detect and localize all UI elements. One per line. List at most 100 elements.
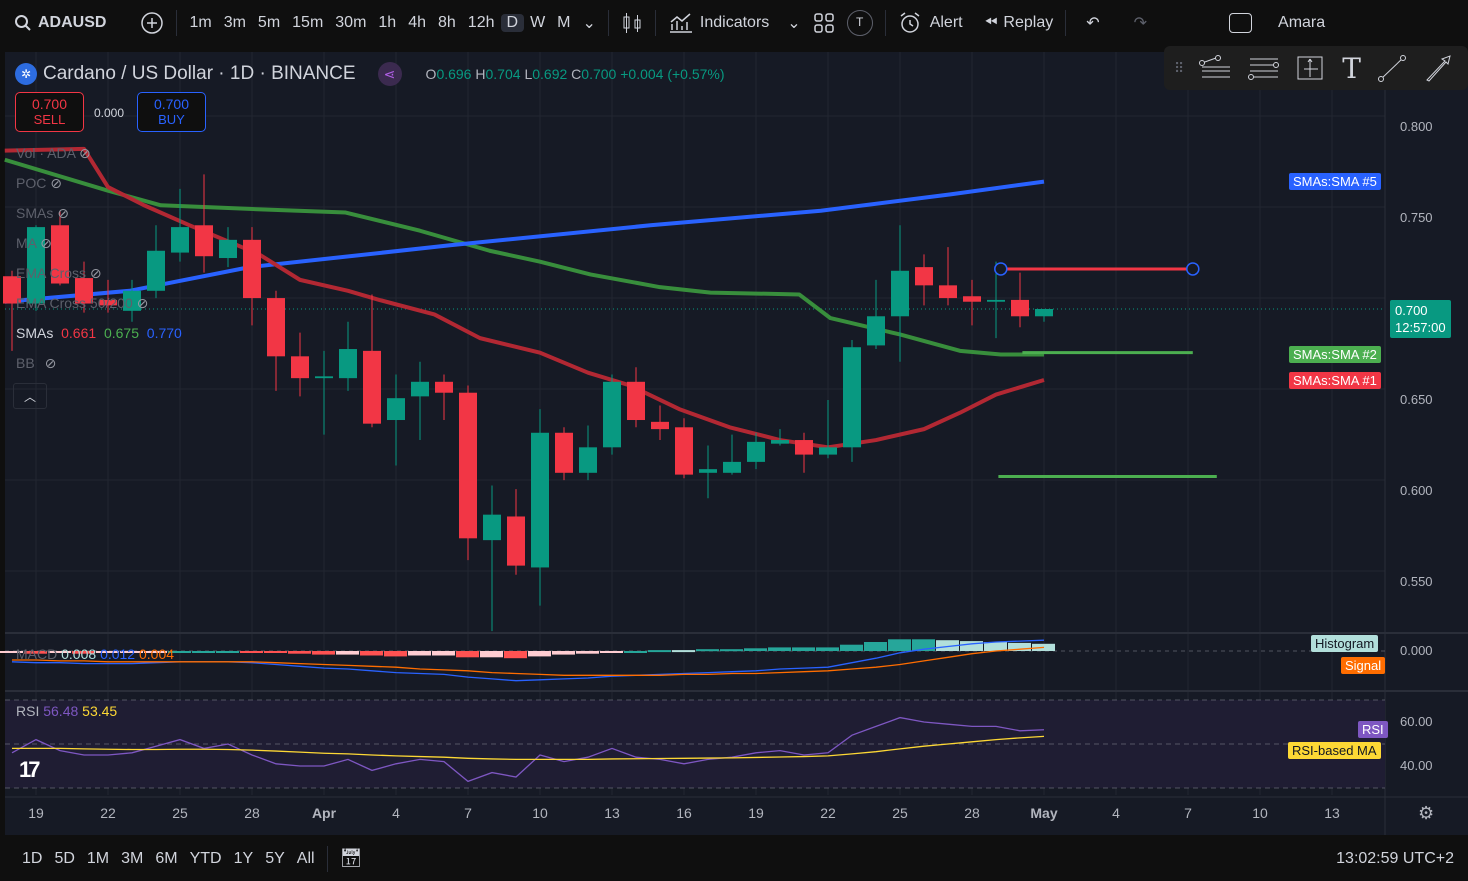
- candle-body: [651, 421, 669, 430]
- rsi-label: RSI: [16, 703, 40, 719]
- parallel-lines-icon[interactable]: [1246, 53, 1280, 83]
- candle-body: [843, 347, 861, 448]
- macd-histogram-bar: [840, 644, 863, 651]
- macd-histogram-bar: [984, 642, 1007, 651]
- range-3M[interactable]: 3M: [115, 850, 149, 868]
- open-value: 0.696: [436, 66, 472, 82]
- sma3-value: 0.770: [146, 325, 182, 341]
- buy-label: BUY: [158, 112, 185, 127]
- bottom-toolbar: 1D 5D 1M 3M 6M YTD 1Y 5Y All 📅︎ 13:02:59 UTC+2: [0, 836, 1468, 881]
- range-1M[interactable]: 1M: [81, 850, 115, 868]
- rsi-tick: 60.00: [1400, 714, 1433, 729]
- candle-body: [435, 381, 453, 393]
- indicator-legend-item[interactable]: MA ⊘: [16, 235, 52, 252]
- range-6M[interactable]: 6M: [149, 850, 183, 868]
- candle-body: [963, 296, 981, 302]
- bb-legend[interactable]: BB ⊘: [16, 355, 56, 372]
- time-tick: 7: [1184, 805, 1192, 821]
- time-tick: 22: [820, 805, 836, 821]
- sma2-value: 0.675: [103, 325, 139, 341]
- divider: [326, 845, 328, 872]
- clock[interactable]: 13:02:59 UTC+2: [1336, 850, 1468, 868]
- candle-body: [339, 349, 357, 379]
- indicator-legend-item[interactable]: POC ⊘: [16, 175, 62, 192]
- time-tick: 7: [464, 805, 472, 821]
- rsi-value: 56.48: [43, 703, 79, 719]
- macd-legend[interactable]: MACD 0.008 0.012 0.004: [16, 646, 174, 662]
- range-1D[interactable]: 1D: [16, 850, 48, 868]
- candle-body: [459, 392, 477, 539]
- range-5D[interactable]: 5D: [48, 850, 80, 868]
- long-position-icon[interactable]: [1294, 53, 1328, 83]
- macd-histogram-bar: [456, 651, 479, 658]
- drag-handle-icon[interactable]: ⠿: [1174, 60, 1184, 77]
- candle-body: [603, 381, 621, 448]
- candle-body: [939, 285, 957, 299]
- arrow-marker-icon[interactable]: [1423, 53, 1453, 83]
- indicator-legend-item[interactable]: SMAs ⊘: [16, 205, 69, 222]
- time-tick: Apr: [311, 805, 337, 821]
- range-1Y[interactable]: 1Y: [228, 850, 260, 868]
- trend-channel-icon[interactable]: [1198, 53, 1232, 83]
- macd-histogram-bar: [888, 639, 911, 651]
- indicator-name: EMA Cross: [16, 265, 87, 281]
- rsi-legend[interactable]: RSI 56.48 53.45: [16, 703, 117, 719]
- candle-body: [483, 514, 501, 541]
- price-chart[interactable]: [0, 0, 1468, 881]
- goto-date-button[interactable]: 📅︎: [334, 848, 369, 869]
- share-icon[interactable]: ⋖: [377, 62, 402, 86]
- macd-histogram-bar: [432, 651, 455, 656]
- macd-label: MACD: [16, 646, 58, 662]
- eye-off-icon[interactable]: ⊘: [46, 175, 62, 191]
- eye-off-icon[interactable]: ⊘: [45, 355, 57, 371]
- symbol-title[interactable]: Cardano / US Dollar · 1D · BINANCE: [43, 63, 356, 85]
- sell-button[interactable]: 0.700 SELL: [15, 92, 84, 132]
- time-tick: 4: [1112, 805, 1120, 821]
- smas-legend[interactable]: SMAs 0.661 0.675 0.770: [16, 325, 182, 341]
- histogram-tag: Histogram: [1311, 635, 1379, 652]
- eye-off-icon[interactable]: ⊘: [36, 235, 52, 251]
- text-tool-icon[interactable]: T: [1342, 52, 1361, 85]
- indicator-legend-item[interactable]: Vol · ADA ⊘: [16, 145, 91, 162]
- time-tick: 25: [172, 805, 188, 821]
- rsi-tag: RSI: [1358, 721, 1388, 738]
- chevron-up-icon: ︿: [23, 390, 36, 404]
- eye-off-icon[interactable]: ⊘: [86, 265, 102, 281]
- candle-body: [987, 299, 1005, 302]
- candle-body: [387, 398, 405, 421]
- range-All[interactable]: All: [291, 850, 321, 868]
- settings-button[interactable]: ⚙: [1418, 803, 1434, 824]
- indicator-legend-item[interactable]: EMA Cross ⊘: [16, 265, 102, 282]
- candle-body: [531, 432, 549, 568]
- macd-histogram-bar: [216, 651, 239, 653]
- drawing-handle: [994, 262, 1008, 276]
- price-tick: 0.650: [1400, 392, 1433, 407]
- range-YTD[interactable]: YTD: [184, 850, 228, 868]
- range-5Y[interactable]: 5Y: [259, 850, 291, 868]
- macd-histogram-bar: [816, 647, 839, 651]
- candle-body: [363, 350, 381, 424]
- candle-body: [507, 516, 525, 566]
- arrow-line-icon[interactable]: [1375, 53, 1409, 83]
- buy-button[interactable]: 0.700 BUY: [137, 92, 206, 132]
- eye-off-icon[interactable]: ⊘: [53, 205, 69, 221]
- macd-histogram-bar: [720, 649, 743, 652]
- time-tick: May: [1030, 805, 1058, 821]
- indicator-name: POC: [16, 175, 47, 191]
- indicator-legend-item[interactable]: EMA Cross 50/200 ⊘: [16, 295, 148, 312]
- macd-histogram-bar: [672, 650, 695, 653]
- eye-off-icon[interactable]: ⊘: [133, 295, 149, 311]
- macd-hist-value: 0.008: [61, 646, 97, 662]
- macd-histogram-bar: [384, 651, 407, 657]
- candle-body: [699, 469, 717, 473]
- tradingview-logo: 17: [19, 757, 41, 782]
- candle-body: [315, 376, 333, 379]
- spread-value: 0.000: [94, 106, 125, 120]
- macd-tick: 0.000: [1400, 643, 1433, 658]
- candle-body: [675, 427, 693, 475]
- price-tick: 0.750: [1400, 210, 1433, 225]
- collapse-legend-button[interactable]: ︿: [13, 383, 47, 409]
- eye-off-icon[interactable]: ⊘: [75, 145, 91, 161]
- sell-label: SELL: [33, 112, 66, 127]
- candle-body: [579, 447, 597, 473]
